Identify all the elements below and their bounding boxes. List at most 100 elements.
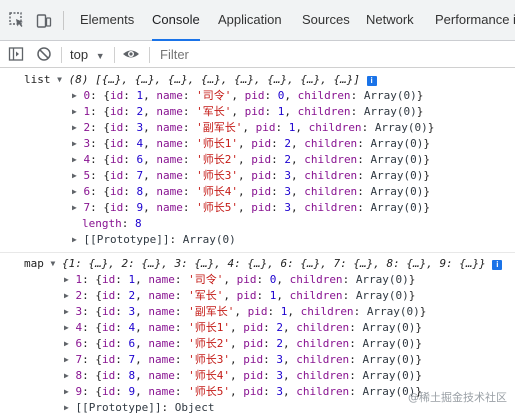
object-row[interactable]: ▶ 1: {id: 1, name: '司令', pid: 0, childre… [64, 272, 415, 288]
token: name [156, 121, 183, 134]
row-name: '师长1' [196, 137, 238, 150]
token: : [349, 369, 363, 382]
map-header[interactable]: map ▼ {1: {…}, 2: {…}, 3: {…}, 4: {…}, 6… [24, 256, 503, 272]
object-row[interactable]: ▶ 7: {id: 7, name: '师长3', pid: 3, childr… [64, 352, 422, 368]
token: , [276, 289, 290, 302]
object-row[interactable]: ▶ 3: {id: 4, name: '师长1', pid: 2, childr… [72, 136, 430, 152]
object-row[interactable]: ▶ 6: {id: 6, name: '师长2', pid: 2, childr… [64, 336, 422, 352]
token: } [427, 121, 435, 134]
token: : [263, 369, 277, 382]
token: , [290, 153, 305, 166]
sidebar-toggle-icon[interactable] [8, 46, 24, 65]
list-prototype-row[interactable]: ▶ [[Prototype]]: Array(0) [72, 232, 236, 248]
token: id [109, 153, 124, 166]
object-row[interactable]: ▶ 4: {id: 6, name: '师长2', pid: 2, childr… [72, 152, 430, 168]
token: : [357, 201, 371, 214]
object-row[interactable]: ▶ 3: {id: 3, name: '副军长', pid: 1, childr… [64, 304, 426, 320]
token: : [353, 305, 367, 318]
token: : [342, 289, 356, 302]
map-prototype-row[interactable]: ▶ [[Prototype]]: Object [64, 400, 215, 413]
token: : [349, 385, 363, 398]
token: name [156, 201, 183, 214]
token: , [143, 137, 157, 150]
inspect-element-icon[interactable] [9, 12, 25, 31]
object-row[interactable]: ▶ 9: {id: 9, name: '师长5', pid: 3, childr… [64, 384, 422, 400]
token: } [415, 321, 423, 334]
token: , [282, 353, 297, 366]
token: : [121, 217, 135, 230]
token: : [182, 137, 197, 150]
live-expression-eye-icon[interactable] [122, 46, 140, 65]
tab-network[interactable]: Network [366, 0, 414, 40]
token: : [263, 353, 277, 366]
token: : [174, 289, 189, 302]
context-selector[interactable]: top ▼ [70, 47, 105, 62]
token: , [143, 185, 157, 198]
row-children: Array(0) [370, 153, 424, 166]
tab-console[interactable]: Console [152, 0, 200, 41]
token: : [123, 201, 137, 214]
token: id [109, 137, 124, 150]
token: : [115, 321, 129, 334]
device-toolbar-icon[interactable] [36, 12, 52, 31]
token: : [174, 369, 189, 382]
token: : [182, 185, 197, 198]
object-row[interactable]: ▶ 0: {id: 1, name: '司令', pid: 0, childre… [72, 88, 423, 104]
object-row[interactable]: ▶ 1: {id: 2, name: '军长', pid: 1, childre… [72, 104, 423, 120]
object-row[interactable]: ▶ 8: {id: 8, name: '师长4', pid: 3, childr… [64, 368, 422, 384]
token: children [304, 137, 358, 150]
token: : { [82, 353, 102, 366]
token: : [349, 337, 363, 350]
console-toolbar: top ▼ [0, 41, 515, 68]
object-row[interactable]: ▶ 2: {id: 3, name: '副军长', pid: 1, childr… [72, 120, 434, 136]
token: , [231, 105, 245, 118]
object-row[interactable]: ▶ 6: {id: 8, name: '师长4', pid: 3, childr… [72, 184, 430, 200]
tab-sources[interactable]: Sources [302, 0, 350, 40]
token: pid [236, 273, 257, 286]
row-name: '师长1' [188, 321, 230, 334]
token: } [423, 137, 431, 150]
object-row[interactable]: ▶ 4: {id: 4, name: '师长1', pid: 2, childr… [64, 320, 422, 336]
row-name: '师长5' [196, 201, 238, 214]
filter-input[interactable] [156, 44, 504, 64]
token: , [135, 321, 149, 334]
row-children: Array(0) [366, 305, 420, 318]
token: } [416, 105, 424, 118]
token: } [419, 305, 427, 318]
token: pid [251, 185, 272, 198]
token: name [156, 137, 183, 150]
token: : [350, 89, 364, 102]
token: pid [251, 201, 272, 214]
tab-performance[interactable]: Performance in [435, 0, 515, 40]
clear-console-icon[interactable] [36, 46, 52, 65]
info-icon[interactable]: i [492, 260, 503, 270]
token: : { [90, 185, 110, 198]
object-row[interactable]: ▶ 5: {id: 7, name: '师长3', pid: 3, childr… [72, 168, 430, 184]
token: id [101, 337, 116, 350]
token: pid [251, 169, 272, 182]
token: pid [251, 137, 272, 150]
object-row[interactable]: ▶ 2: {id: 2, name: '军长', pid: 1, childre… [64, 288, 415, 304]
list-header[interactable]: list ▼ (8) [{…}, {…}, {…}, {…}, {…}, {…}… [24, 72, 377, 88]
token: name [148, 289, 175, 302]
token: } [416, 89, 424, 102]
token: , [143, 105, 157, 118]
object-row[interactable]: ▶ 7: {id: 9, name: '师长5', pid: 3, childr… [72, 200, 430, 216]
token: : [174, 321, 189, 334]
tab-application[interactable]: Application [218, 0, 282, 40]
row-children: Array(0) [362, 369, 416, 382]
token: , [237, 185, 252, 198]
token: children [304, 169, 358, 182]
toolbar-divider [63, 11, 64, 30]
token: name [148, 353, 175, 366]
token: id [109, 121, 124, 134]
token: : { [82, 289, 102, 302]
tab-elements[interactable]: Elements [80, 0, 134, 40]
info-icon[interactable]: i [366, 76, 377, 86]
token: , [284, 105, 298, 118]
token: : { [90, 89, 110, 102]
token: : { [90, 153, 110, 166]
token: , [287, 305, 301, 318]
token: } [408, 289, 416, 302]
token: , [143, 153, 157, 166]
